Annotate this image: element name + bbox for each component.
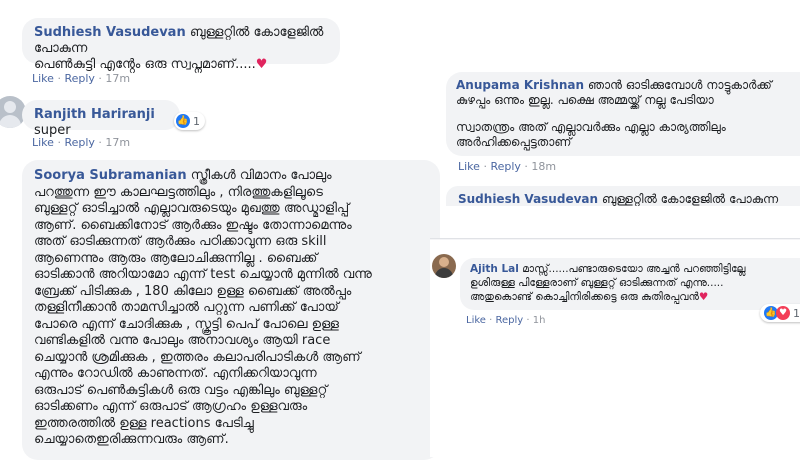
comment-author[interactable]: Sudhiesh Vasudevan (34, 25, 186, 40)
comment-text: പറത്തുന്ന ഈ കാലഘട്ടത്തിലും , നിരത്തുകളില… (34, 184, 323, 200)
comment-text: സ്ത്രീകൾ വിമാനം പോലും (190, 168, 332, 183)
comment-author[interactable]: Ranjith Hariranji (34, 107, 155, 122)
reaction-count[interactable]: 👍 1 (174, 112, 205, 130)
left-comment-panel: Sudhiesh Vasudevan ബുള്ളറ്റിൽ കോളേജിൽ പോ… (0, 0, 440, 460)
like-icon: 👍 (176, 114, 190, 128)
comment-text: ആണെന്നും ആരും ആലോചിക്കുന്നില്ല . ബൈക്ക് (34, 250, 318, 266)
comment-text: അർഹിക്കപ്പെട്ടതാണ് (456, 135, 572, 149)
comment-text: അതുകൊണ്ട് കൊച്ചിനിരിക്കട്ടെ ഒരു കുതിരപ്പ… (470, 291, 709, 303)
reply-button[interactable]: Reply (64, 72, 94, 85)
comment-text: ബുള്ളറ്റിൽ കോളേജിൽ പോകുന്ന (601, 192, 779, 206)
comment-bubble: Ajith Lal മാസ്സ്......പണ്ടാരുടെയോ അച്ചൻ … (460, 258, 800, 310)
panel-divider (430, 238, 800, 240)
heart-emoji: ♥ (698, 291, 709, 303)
comment-text: ഇത്തരത്തിൽ ഉള്ള reactions പേടിച്ചു (34, 415, 254, 431)
comment-text: എന്നും റോഡിൽ കാണുന്നത്. എനിക്കറിയാവുന്ന (34, 366, 317, 381)
comment-timestamp[interactable]: 1h (533, 315, 546, 326)
comment-text: ഓടിക്കണം എന്ന് ഒരുപാട് ആഗ്രഹം ഉള്ളവരും (34, 399, 308, 414)
comment-actions: Like · Reply · 18m (458, 160, 557, 173)
avatar[interactable] (432, 254, 456, 278)
comment-text: കുഴപ്പം ഒന്നും ഇല്ല. പക്ഷെ അമ്മയ്ക്ക് നല… (456, 93, 714, 107)
comment-bubble: Ranjith Hariranji super (22, 100, 180, 138)
comment-timestamp[interactable]: 17m (105, 136, 130, 149)
comment-text: ഉശിരുള്ള പിള്ളേരാണ് ബുള്ളറ്റ് ഓടിക്കുന്ന… (470, 277, 724, 289)
comment-text: അത് ഓടിക്കുന്നത് ആർക്കും പഠിക്കാവുന്ന ഒര… (34, 234, 327, 249)
comment-actions: Like · Reply · 17m (32, 136, 131, 149)
comment-timestamp[interactable]: 18m (531, 160, 556, 173)
reply-button[interactable]: Reply (490, 160, 520, 173)
comment-text: ബുള്ളറ്റ് ഓടിച്ചാൽ എല്ലാവരുടെയും മുഖത്തു… (34, 201, 350, 216)
comment-text: ഞാൻ ഓടിക്കുമ്പോൾ നാട്ടുകാർക്ക് (587, 78, 772, 92)
comment-author[interactable]: Sudhiesh Vasudevan (458, 192, 598, 206)
comment-bubble: Sudhiesh Vasudevan ബുള്ളറ്റിൽ കോളേജിൽ പോ… (446, 186, 800, 206)
comment-author[interactable]: Soorya Subramanian (34, 168, 187, 183)
comment-text: ഒരുപാട് പെൺകുട്ടികൾ ഒരു വട്ടം എങ്കിലും ബ… (34, 382, 328, 398)
comment-text: ബ്രേക്ക് പിടിക്കുക , 180 കിലോ ഉള്ള ബൈക്ക… (34, 283, 352, 299)
like-button[interactable]: Like (466, 315, 486, 326)
comment-bubble: Anupama Krishnan ഞാൻ ഓടിക്കുമ്പോൾ നാട്ടു… (446, 72, 800, 156)
heart-emoji: ♥ (255, 57, 268, 72)
comment-timestamp[interactable]: 17m (105, 72, 130, 85)
comment-text: തള്ളിനീക്കാൻ താമസിച്ചാൽ പറ്റുന്ന പണിക്ക്… (34, 300, 339, 315)
reaction-count[interactable]: 👍 ♥ 13 (760, 304, 800, 322)
comment-text: മാസ്സ്......പണ്ടാരുടെയോ അച്ചൻ പറഞ്ഞിട്ടി… (522, 263, 746, 275)
reply-button[interactable]: Reply (496, 315, 524, 326)
like-button[interactable]: Like (32, 72, 54, 85)
comment-actions: Like · Reply · 17m (32, 72, 131, 85)
comment-text: ആണ്. ബൈക്കിനോട് ആർക്കും ഇഷ്ടം തോന്നാമെന്… (34, 217, 352, 233)
comment-text: ചെയ്യാതെഇരിക്കുന്നവരും ആണ്. (34, 432, 229, 447)
reply-panel: Ajith Lal മാസ്സ്......പണ്ടാരുടെയോ അച്ചൻ … (430, 238, 800, 457)
comment-actions: Like · Reply · 1h (466, 315, 546, 326)
like-button[interactable]: Like (32, 136, 54, 149)
comment-author[interactable]: Ajith Lal (470, 263, 519, 275)
comment-text: ഓടിക്കാൻ അറിയാമോ എന്ന് test ചെയ്യാൻ മുന്… (34, 267, 372, 282)
reply-button[interactable]: Reply (64, 136, 94, 149)
comment-text: പോരെ എന്ന് ചോദിക്കുക , സ്കൂട്ടി പെപ് പോല… (34, 316, 339, 332)
comment-text: ചെയ്യാൻ ശ്രമിക്കുക , ഇത്തരം കലാപരിപാടികൾ… (34, 349, 361, 365)
comment-bubble: Soorya Subramanian സ്ത്രീകൾ വിമാനം പോലും… (22, 160, 440, 460)
comment-author[interactable]: Anupama Krishnan (456, 78, 584, 92)
comment-text: വണ്ടികളിൽ വന്നു പോലും അനാവശ്യം ആയി race (34, 333, 331, 348)
comment-text: സ്വാതന്ത്രം അത് എല്ലാവർക്കും എല്ലാ കാര്യ… (456, 120, 726, 134)
comment-text: പെൺകുട്ടി എൻ്റേം ഒരു സ്വപ്നമാണ്.....♥ (34, 57, 268, 72)
like-button[interactable]: Like (458, 160, 480, 173)
comment-bubble: Sudhiesh Vasudevan ബുള്ളറ്റിൽ കോളേജിൽ പോ… (22, 18, 340, 72)
love-icon: ♥ (776, 306, 790, 320)
